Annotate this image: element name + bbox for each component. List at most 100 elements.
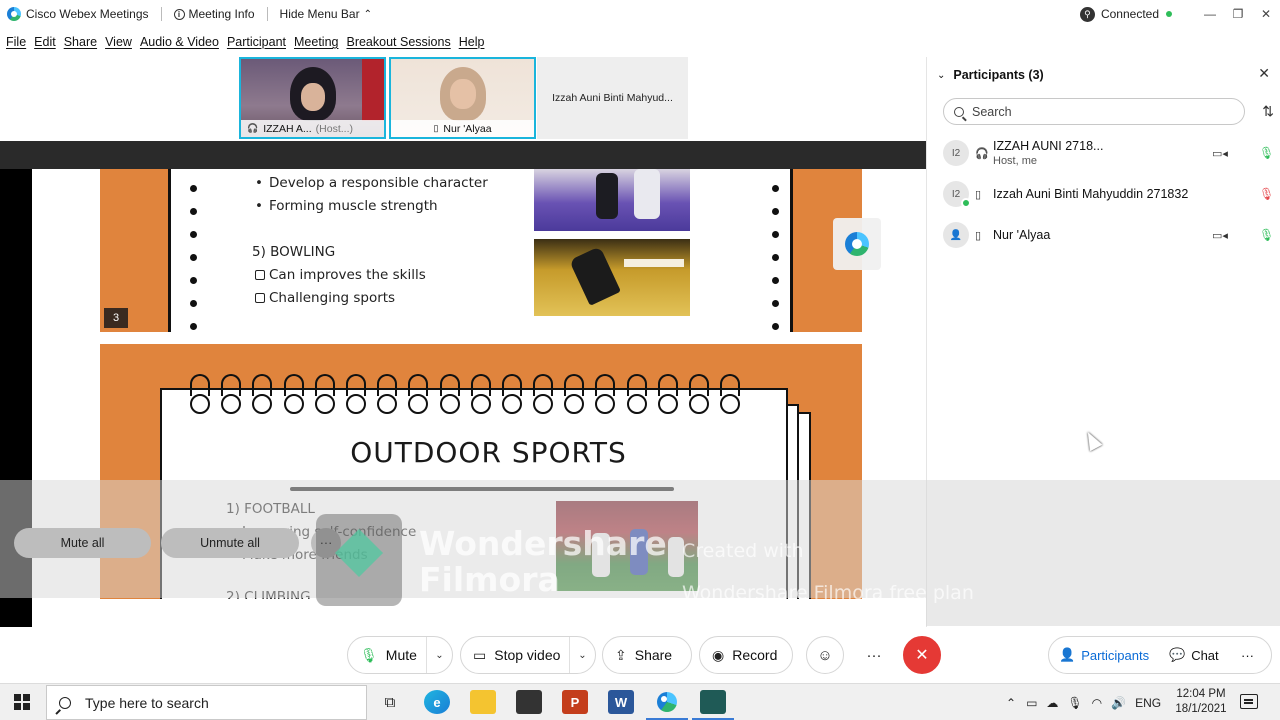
menu-view[interactable]: View	[105, 35, 132, 49]
tab-participants-label: Participants	[1081, 647, 1150, 663]
menu-edit[interactable]: Edit	[34, 35, 56, 49]
participants-header[interactable]: ⌄ Participants (3)	[937, 68, 1044, 82]
menu-share[interactable]: Share	[64, 35, 97, 49]
slide-bullet: Develop a responsible character	[255, 175, 488, 191]
menu-bar: File Edit Share View Audio & Video Parti…	[0, 32, 486, 52]
microphone-on-icon[interactable]: 🎙	[1259, 228, 1274, 242]
participant-name-block: IZZAH AUNI 2718... Host, me	[993, 139, 1103, 167]
menu-meeting[interactable]: Meeting	[294, 35, 338, 49]
video-thumbnail-host[interactable]: 🎧 IZZAH A... (Host...)	[239, 57, 386, 139]
edge-icon[interactable]: e	[424, 690, 450, 714]
battery-icon[interactable]: ▭	[1026, 696, 1037, 710]
participant-row[interactable]: I2 🎧 IZZAH AUNI 2718... Host, me ▭◂ 🎙	[943, 135, 1280, 171]
video-label-name: Izzah Auni Binti Mahyud...	[552, 92, 673, 104]
unmute-all-button[interactable]: Unmute all	[161, 528, 299, 558]
mute-all-button[interactable]: Mute all	[14, 528, 151, 558]
language-indicator[interactable]: ENG	[1135, 696, 1161, 710]
info-icon: i	[173, 8, 185, 20]
webex-meetings-taskbar-icon[interactable]	[692, 690, 734, 720]
bowling-photo	[534, 239, 690, 316]
participants-icon: 👤	[1059, 647, 1076, 662]
microphone-icon[interactable]: 🎙	[1067, 696, 1082, 710]
online-status-icon	[961, 198, 971, 208]
avatar: I2	[943, 140, 969, 166]
mute-button[interactable]: 🎙 Mute ⌄	[347, 636, 453, 674]
sort-icon[interactable]: ⇅	[1262, 103, 1274, 120]
spiral-dots	[770, 169, 780, 332]
menu-audio-video[interactable]: Audio & Video	[140, 35, 219, 49]
close-window-button[interactable]: ✕	[1252, 7, 1280, 21]
participant-row[interactable]: I2 ▯ Izzah Auni Binti Mahyuddin 271832 🎙	[943, 176, 1280, 212]
participant-search-input[interactable]	[972, 104, 1212, 119]
app-title: Cisco Webex Meetings	[7, 7, 149, 21]
title-separator	[160, 7, 162, 21]
more-options-button[interactable]: ···	[855, 636, 893, 674]
store-icon[interactable]	[516, 690, 542, 714]
video-thumbnail-nur-alyaa[interactable]: ▯ Nur 'Alyaa	[389, 57, 536, 139]
close-panel-button[interactable]: ✕	[1258, 65, 1270, 82]
menu-help[interactable]: Help	[459, 35, 485, 49]
menu-participant[interactable]: Participant	[227, 35, 286, 49]
phone-icon: ▯	[975, 229, 982, 242]
participant-search	[943, 98, 1245, 125]
volume-icon[interactable]: 🔊	[1111, 696, 1126, 710]
word-icon[interactable]: W	[608, 690, 634, 714]
share-button[interactable]: ⇪ Share	[602, 636, 692, 674]
app-name: Cisco Webex Meetings	[26, 7, 149, 21]
participant-name: Izzah Auni Binti Mahyuddin 271832	[993, 187, 1189, 201]
video-label-name: Nur 'Alyaa	[443, 122, 492, 135]
slide-bullet: Forming muscle strength	[255, 198, 438, 214]
video-camera-icon[interactable]: ▭◂	[1212, 229, 1228, 242]
search-icon	[59, 696, 71, 709]
webex-taskbar-icon[interactable]	[646, 690, 688, 720]
minimize-button[interactable]: —	[1196, 7, 1224, 21]
taskbar-search-input[interactable]	[85, 694, 345, 711]
title-bar: Cisco Webex Meetings i Meeting Info Hide…	[0, 0, 1280, 28]
watermark-brand-line: Filmora	[419, 560, 560, 599]
search-icon	[954, 106, 964, 117]
reactions-button[interactable]: ☺	[806, 636, 844, 674]
system-tray: ⌃ ▭ ☁ 🎙 ◠ 🔊 ENG	[1006, 684, 1161, 720]
task-view-icon[interactable]: ⧉	[377, 690, 403, 714]
watermark-band	[926, 480, 1280, 626]
chevron-down-icon[interactable]: ⌄	[426, 637, 452, 673]
record-button[interactable]: ◉ Record	[699, 636, 793, 674]
meeting-controls: 🎙 Mute ⌄ ▭ Stop video ⌄ ⇪ Share ◉ Record…	[0, 627, 1280, 683]
slide-heading: 5) BOWLING	[252, 244, 336, 260]
menu-file[interactable]: File	[6, 35, 26, 49]
wifi-icon[interactable]: ◠	[1092, 696, 1102, 710]
meeting-info-button[interactable]: i Meeting Info	[173, 7, 255, 21]
title-separator	[266, 7, 268, 21]
participant-role: Host, me	[993, 155, 1038, 167]
hide-menu-bar-button[interactable]: Hide Menu Bar ⌃	[280, 7, 372, 21]
end-meeting-button[interactable]: ✕	[903, 636, 941, 674]
tab-chat[interactable]: 💬 Chat	[1169, 637, 1219, 673]
video-label-role: (Host...)	[315, 122, 353, 135]
cloud-icon[interactable]: ☁	[1046, 696, 1058, 710]
more-tabs-button[interactable]: ···	[1241, 637, 1254, 673]
meeting-info-label: Meeting Info	[188, 7, 255, 21]
watermark-created: Created with Wondershare Filmora free pl…	[682, 530, 974, 614]
video-camera-icon: ▭	[473, 646, 487, 663]
microphone-on-icon[interactable]: 🎙	[1259, 146, 1274, 160]
microphone-muted-icon[interactable]: 🎙	[1259, 187, 1274, 201]
maximize-button[interactable]: ❐	[1224, 7, 1252, 21]
stop-video-label: Stop video	[494, 647, 561, 663]
video-camera-icon[interactable]: ▭◂	[1212, 147, 1228, 160]
participant-row[interactable]: 👤 ▯ Nur 'Alyaa ▭◂ 🎙	[943, 217, 1280, 253]
windows-start-icon[interactable]	[14, 694, 30, 710]
menu-breakout-sessions[interactable]: Breakout Sessions	[346, 35, 450, 49]
chevron-up-icon[interactable]: ⌃	[1006, 696, 1016, 710]
mute-label: Mute	[385, 647, 417, 663]
stop-video-button[interactable]: ▭ Stop video ⌄	[460, 636, 596, 674]
filmora-logo-icon	[316, 514, 402, 606]
floating-webex-button[interactable]	[833, 218, 881, 270]
spiral-dots	[188, 169, 198, 332]
video-thumbnail-no-video[interactable]: Izzah Auni Binti Mahyud...	[537, 57, 688, 139]
chevron-down-icon[interactable]: ⌄	[569, 637, 595, 673]
file-explorer-icon[interactable]	[470, 690, 496, 714]
tab-participants[interactable]: 👤 Participants	[1059, 637, 1149, 673]
taskbar-clock[interactable]: 12:04 PM 18/1/2021	[1175, 687, 1227, 717]
notifications-icon[interactable]	[1240, 694, 1258, 709]
powerpoint-icon[interactable]: P	[562, 690, 588, 714]
